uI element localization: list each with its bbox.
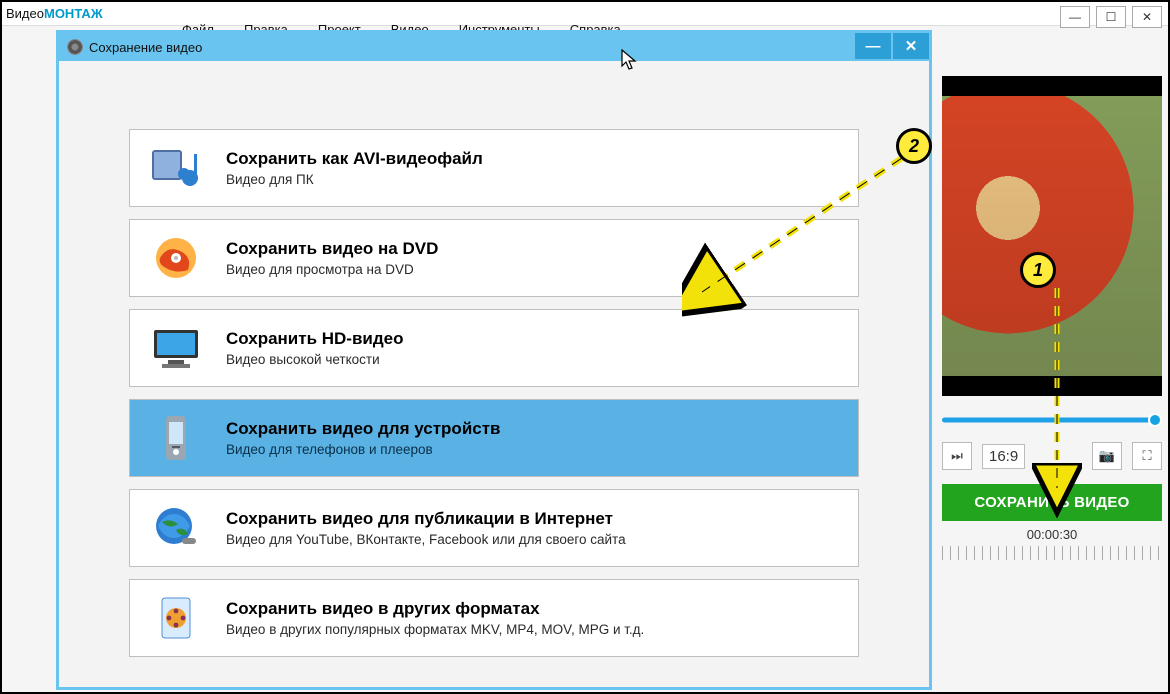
dvd-disc-icon — [148, 234, 204, 282]
option-title: Сохранить HD-видео — [226, 329, 404, 349]
minimize-button[interactable]: — — [1060, 6, 1090, 28]
close-button[interactable]: ✕ — [1132, 6, 1162, 28]
annotation-badge-2: 2 — [896, 128, 932, 164]
dialog-window-controls: — ✕ — [853, 33, 929, 59]
option-subtitle: Видео высокой четкости — [226, 352, 404, 367]
globe-icon — [148, 504, 204, 552]
option-title: Сохранить видео для устройств — [226, 419, 501, 439]
timeline-time: 00:00:30 — [942, 527, 1162, 542]
phone-icon — [148, 414, 204, 462]
dialog-title: Сохранение видео — [89, 40, 202, 55]
timeline-ticks — [942, 546, 1162, 560]
main-window: ВидеоМОНТАЖ — ☐ ✕ Файл Правка Проект Вид… — [2, 2, 1168, 692]
dialog-title-icon — [67, 39, 83, 55]
dialog-body: Сохранить как AVI-видеофайл Видео для ПК… — [59, 61, 929, 657]
annotation-arrow-2 — [682, 152, 922, 322]
app-title: ВидеоМОНТАЖ — [6, 6, 103, 21]
annotation-badge-1: 1 — [1020, 252, 1056, 288]
scrub-handle[interactable] — [1148, 413, 1162, 427]
save-dialog: Сохранение видео — ✕ Сохранить как AVI-в… — [56, 30, 932, 690]
option-other-formats[interactable]: Сохранить видео в других форматах Видео … — [129, 579, 859, 657]
option-devices[interactable]: Сохранить видео для устройств Видео для … — [129, 399, 859, 477]
option-subtitle: Видео для просмотра на DVD — [226, 262, 438, 277]
app-title-prefix: Видео — [6, 6, 44, 21]
option-subtitle: Видео для ПК — [226, 172, 483, 187]
option-title: Сохранить видео в других форматах — [226, 599, 644, 619]
window-controls: — ☐ ✕ — [1060, 6, 1162, 28]
option-internet[interactable]: Сохранить видео для публикации в Интерне… — [129, 489, 859, 567]
option-title: Сохранить видео для публикации в Интерне… — [226, 509, 626, 529]
option-subtitle: Видео в других популярных форматах MKV, … — [226, 622, 644, 637]
option-subtitle: Видео для телефонов и плееров — [226, 442, 501, 457]
app-title-accent: МОНТАЖ — [44, 6, 103, 21]
film-music-icon — [148, 144, 204, 192]
film-reel-icon — [148, 594, 204, 642]
option-title: Сохранить как AVI-видеофайл — [226, 149, 483, 169]
aspect-ratio-button[interactable]: 16:9 — [982, 444, 1025, 469]
dialog-close-button[interactable]: ✕ — [893, 33, 929, 59]
option-title: Сохранить видео на DVD — [226, 239, 438, 259]
monitor-icon — [148, 324, 204, 372]
dialog-minimize-button[interactable]: — — [855, 33, 891, 59]
dialog-titlebar: Сохранение видео — ✕ — [59, 33, 929, 61]
maximize-button[interactable]: ☐ — [1096, 6, 1126, 28]
next-frame-button[interactable]: ⏭ — [942, 442, 972, 470]
fullscreen-button[interactable]: ⛶ — [1132, 442, 1162, 470]
option-subtitle: Видео для YouTube, ВКонтакте, Facebook и… — [226, 532, 626, 547]
snapshot-button[interactable]: 📷 — [1092, 442, 1122, 470]
annotation-arrow-1 — [1032, 288, 1082, 518]
